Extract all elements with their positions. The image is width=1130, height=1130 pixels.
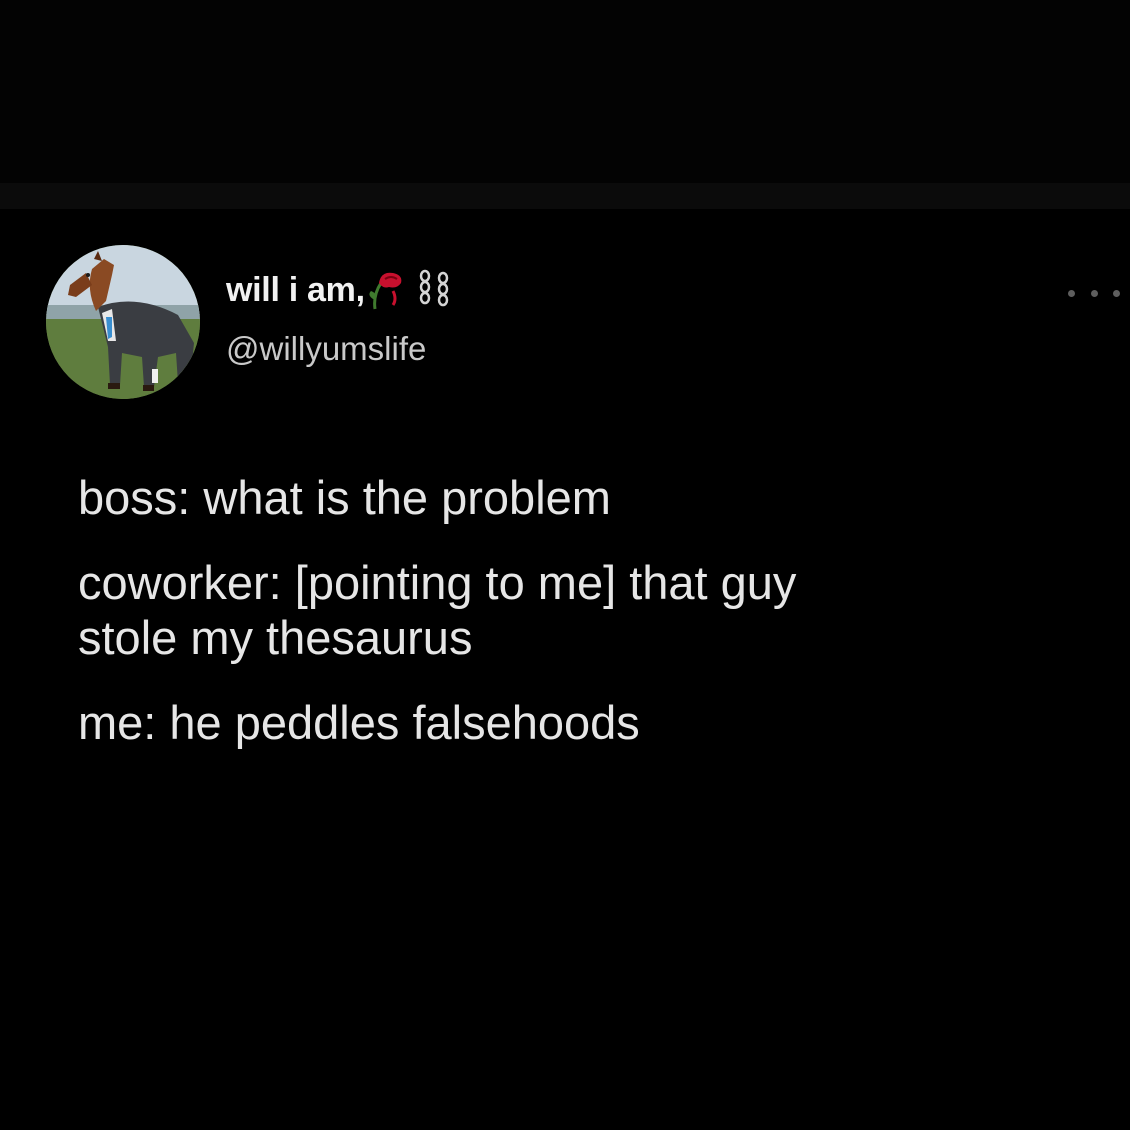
ellipsis-icon[interactable]	[1068, 283, 1120, 303]
author-handle[interactable]: @willyumslife	[226, 330, 426, 368]
tweet-text: boss: what is the problem coworker: [poi…	[78, 470, 1108, 750]
horse-in-suit-avatar-icon	[46, 245, 200, 399]
chains-icon	[411, 269, 457, 311]
tweet-line-me: me: he peddles falsehoods	[78, 696, 640, 749]
tweet-screenshot: will i am, @willyumslife boss: what is t…	[0, 0, 1130, 1130]
wilted-rose-icon	[367, 269, 409, 311]
author-name-row: will i am,	[226, 268, 457, 312]
dot	[1068, 289, 1075, 297]
tweet-line-coworker-cont: stole my thesaurus	[78, 611, 473, 664]
tweet-line-boss: boss: what is the problem	[78, 471, 611, 524]
avatar[interactable]	[46, 245, 200, 399]
dot	[1113, 289, 1120, 297]
header-divider	[0, 183, 1130, 209]
author-display-name[interactable]: will i am,	[226, 271, 365, 310]
tweet-line-coworker: coworker: [pointing to me] that guy	[78, 556, 797, 609]
dot	[1090, 289, 1098, 297]
